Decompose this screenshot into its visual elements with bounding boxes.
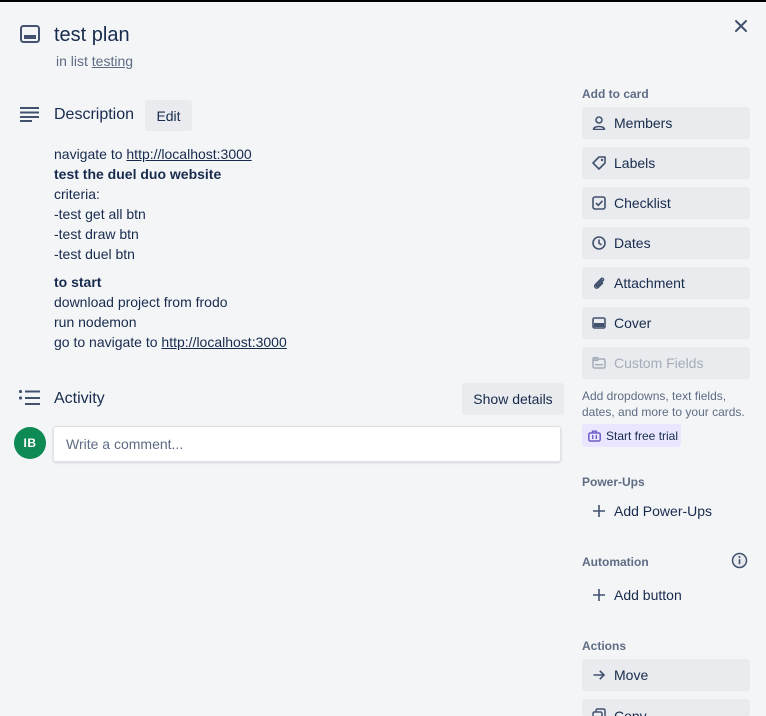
description-line: go to navigate to http://localhost:3000	[54, 334, 287, 350]
card-cover-icon	[592, 316, 606, 330]
clock-icon	[592, 236, 606, 250]
add-powerups-button[interactable]: Add Power-Ups	[582, 495, 750, 527]
description-line: to start	[54, 274, 102, 290]
copy-icon	[592, 708, 606, 716]
dates-button[interactable]: Dates	[582, 227, 750, 259]
comment-input[interactable]: Write a comment...	[53, 426, 561, 462]
copy-button[interactable]: Copy	[582, 699, 750, 716]
info-icon[interactable]	[731, 552, 748, 569]
custom-fields-label: Custom Fields	[614, 355, 704, 371]
arrow-right-icon	[592, 668, 606, 682]
start-free-trial-button[interactable]: Start free trial	[582, 424, 681, 447]
description-line: -test draw btn	[54, 226, 139, 242]
custom-fields-icon	[592, 356, 606, 370]
labels-button[interactable]: Labels	[582, 147, 750, 179]
localhost-link[interactable]: http://localhost:3000	[161, 334, 286, 350]
window-top-border	[0, 0, 766, 2]
localhost-link[interactable]: http://localhost:3000	[126, 146, 251, 162]
description-icon	[20, 106, 40, 122]
close-icon[interactable]	[731, 16, 751, 36]
description-line: -test duel btn	[54, 246, 135, 262]
powerups-label: Power-Ups	[582, 475, 645, 489]
edit-description-button[interactable]: Edit	[145, 100, 192, 131]
description-line: download project from frodo	[54, 294, 228, 310]
attachment-button[interactable]: Attachment	[582, 267, 750, 299]
copy-label: Copy	[614, 708, 647, 716]
description-heading: Description	[54, 106, 135, 123]
members-label: Members	[614, 115, 673, 131]
briefcase-icon	[588, 430, 601, 442]
plus-icon	[592, 588, 606, 602]
attachment-label: Attachment	[614, 275, 685, 291]
add-powerups-label: Add Power-Ups	[614, 503, 713, 519]
labels-label: Labels	[614, 155, 656, 171]
show-details-button[interactable]: Show details	[462, 383, 564, 415]
checklist-button[interactable]: Checklist	[582, 187, 750, 219]
checklist-label: Checklist	[614, 195, 671, 211]
checkbox-icon	[592, 196, 606, 210]
card-icon	[20, 25, 40, 43]
add-button-button[interactable]: Add button	[582, 579, 750, 611]
list-prefix: in list	[56, 53, 88, 69]
activity-heading: Activity	[54, 390, 105, 407]
card-title[interactable]: test plan	[54, 22, 130, 48]
description-line: -test get all btn	[54, 206, 146, 222]
add-to-card-label: Add to card	[582, 87, 649, 101]
dates-label: Dates	[614, 235, 651, 251]
description-body[interactable]: navigate to http://localhost:3000 test t…	[54, 144, 534, 352]
person-icon	[592, 116, 606, 130]
custom-fields-button[interactable]: Custom Fields	[582, 347, 750, 379]
list-link[interactable]: testing	[92, 53, 133, 69]
plus-icon	[592, 504, 606, 518]
description-line: test the duel duo website	[54, 166, 222, 182]
actions-label: Actions	[582, 639, 627, 653]
members-button[interactable]: Members	[582, 107, 750, 139]
move-label: Move	[614, 667, 649, 683]
custom-fields-hint: Add dropdowns, text fields, dates, and m…	[582, 389, 745, 419]
start-free-trial-label: Start free trial	[606, 428, 679, 443]
cover-button[interactable]: Cover	[582, 307, 750, 339]
move-button[interactable]: Move	[582, 659, 750, 691]
automation-label: Automation	[582, 555, 649, 569]
list-breadcrumb: in list testing	[56, 53, 133, 69]
description-line: navigate to http://localhost:3000	[54, 146, 252, 162]
cover-label: Cover	[614, 315, 652, 331]
add-button-label: Add button	[614, 587, 682, 603]
activity-icon	[19, 390, 41, 406]
description-line: run nodemon	[54, 314, 137, 330]
tag-icon	[592, 156, 606, 170]
avatar[interactable]: IB	[14, 427, 46, 459]
paperclip-icon	[592, 276, 606, 290]
description-line: criteria:	[54, 186, 100, 202]
